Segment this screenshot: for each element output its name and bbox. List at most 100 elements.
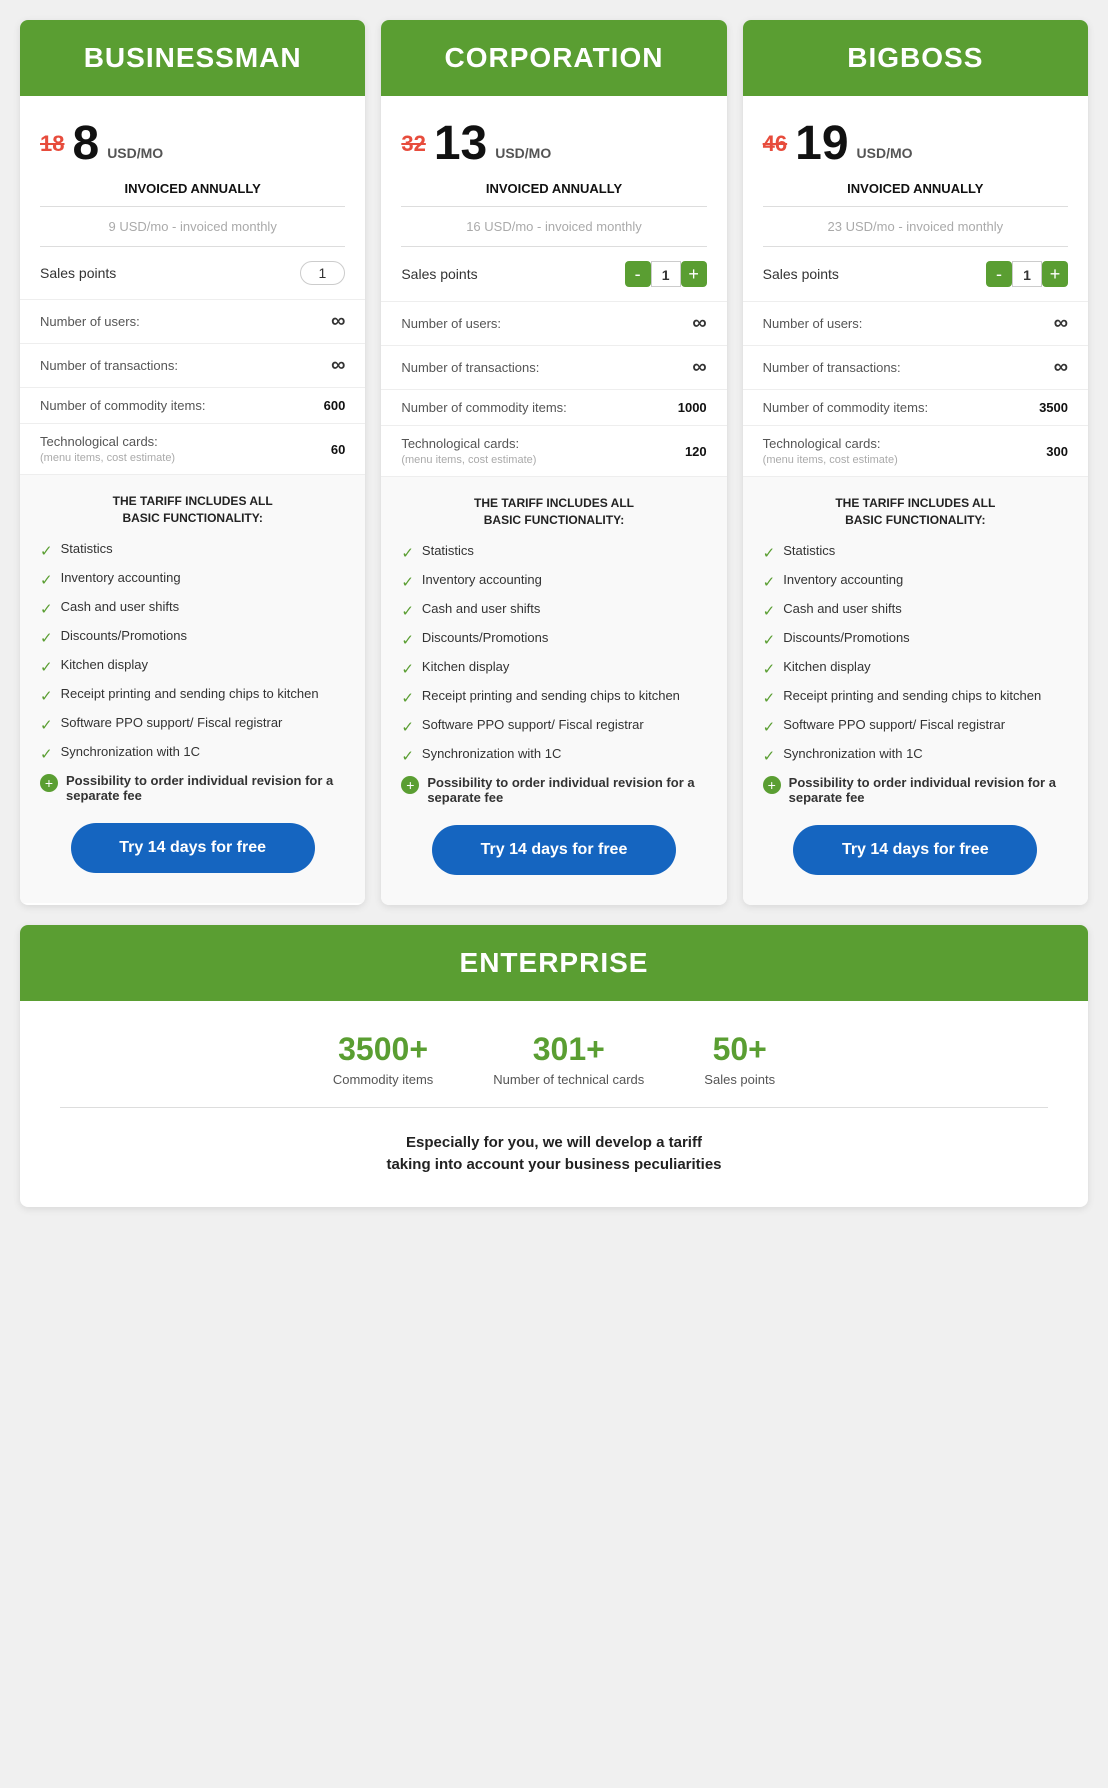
enterprise-stats: 3500+Commodity items301+Number of techni…	[20, 1001, 1088, 1107]
list-item-text: Synchronization with 1C	[61, 744, 200, 759]
plans-container: BUSINESSMAN188USD/MOINVOICED ANNUALLY9 U…	[20, 20, 1088, 905]
list-item: ✓Software PPO support/ Fiscal registrar	[763, 717, 1068, 736]
feature-label: Number of transactions:	[763, 360, 901, 375]
functionality-list: ✓Statistics✓Inventory accounting✓Cash an…	[40, 541, 345, 803]
check-icon: ✓	[401, 718, 414, 736]
check-icon: ✓	[763, 602, 776, 620]
check-icon: ✓	[401, 602, 414, 620]
list-item-text: Kitchen display	[61, 657, 148, 672]
feature-value: 3500	[1039, 400, 1068, 415]
feature-label: Technological cards:(menu items, cost es…	[40, 434, 175, 464]
plan-header-bigboss: BIGBOSS	[743, 20, 1088, 96]
list-item-text: Discounts/Promotions	[422, 630, 548, 645]
check-icon: ✓	[401, 660, 414, 678]
sales-points-stepper: -1+	[625, 261, 707, 287]
enterprise-stat-item: 301+Number of technical cards	[493, 1031, 644, 1087]
sales-points-static: 1	[300, 261, 346, 285]
feature-label: Technological cards:(menu items, cost es…	[763, 436, 898, 466]
plan-card-corporation: CORPORATION3213USD/MOINVOICED ANNUALLY16…	[381, 20, 726, 905]
list-item-possibility: +Possibility to order individual revisio…	[763, 775, 1068, 805]
stepper-plus-btn[interactable]: +	[681, 261, 707, 287]
stat-label: Number of technical cards	[493, 1072, 644, 1087]
check-icon: ✓	[401, 573, 414, 591]
price-new: 8	[72, 116, 99, 171]
sales-points-label: Sales points	[763, 266, 839, 282]
tariff-title: THE TARIFF INCLUDES ALLBASIC FUNCTIONALI…	[401, 495, 706, 529]
check-icon: ✓	[40, 687, 53, 705]
price-unit: USD/MO	[107, 145, 163, 161]
list-item-text: Statistics	[61, 541, 113, 556]
check-icon: ✓	[401, 544, 414, 562]
sales-points-row: Sales points -1+	[743, 247, 1088, 301]
check-icon: ✓	[763, 631, 776, 649]
list-item: ✓Inventory accounting	[763, 572, 1068, 591]
plan-card-bigboss: BIGBOSS4619USD/MOINVOICED ANNUALLY23 USD…	[743, 20, 1088, 905]
feature-label: Number of users:	[40, 314, 140, 329]
sales-points-label: Sales points	[401, 266, 477, 282]
try-free-button[interactable]: Try 14 days for free	[71, 823, 315, 873]
plus-icon: +	[401, 776, 419, 794]
feature-row: Number of commodity items:600	[20, 387, 365, 423]
plan-header-businessman: BUSINESSMAN	[20, 20, 365, 96]
feature-row: Number of transactions:∞	[381, 345, 726, 389]
feature-value: 600	[324, 398, 346, 413]
functionality-list: ✓ Statistics ✓Inventory accounting ✓ Cash an…	[763, 543, 1068, 805]
plan-pricing-bigboss: 4619USD/MO	[743, 96, 1088, 181]
sales-points-stepper: -1+	[986, 261, 1068, 287]
list-item-text: Kitchen display	[422, 659, 509, 674]
invoiced-label: INVOICED ANNUALLY	[20, 181, 365, 206]
list-item: ✓ Cash and user shifts	[763, 601, 1068, 620]
stepper-plus-btn[interactable]: +	[1042, 261, 1068, 287]
tariff-section: THE TARIFF INCLUDES ALLBASIC FUNCTIONALI…	[381, 476, 726, 905]
stepper-value: 1	[1012, 261, 1042, 287]
try-free-button[interactable]: Try 14 days for free	[793, 825, 1037, 875]
list-item: ✓Synchronization with 1C	[401, 746, 706, 765]
list-item-text: Inventory accounting	[61, 570, 181, 585]
list-item: ✓ Inventory accounting	[401, 572, 706, 591]
check-icon: ✓	[401, 689, 414, 707]
feature-label: Number of transactions:	[40, 358, 178, 373]
feature-value: 300	[1046, 444, 1068, 459]
feature-value: ∞	[692, 312, 706, 335]
tariff-section: THE TARIFF INCLUDES ALLBASIC FUNCTIONALI…	[743, 476, 1088, 905]
enterprise-description: Especially for you, we will develop a ta…	[20, 1108, 1088, 1207]
feature-row: Number of users:∞	[20, 299, 365, 343]
list-item-text: Discounts/Promotions	[783, 630, 909, 645]
check-icon: ✓	[40, 658, 53, 676]
feature-label: Number of users:	[763, 316, 863, 331]
list-item-text: Inventory accounting	[422, 572, 542, 587]
list-item: ✓Cash and user shifts	[401, 601, 706, 620]
list-item: ✓Discounts/Promotions	[401, 630, 706, 649]
stat-number: 50+	[704, 1031, 775, 1068]
list-item-text: Software PPO support/ Fiscal registrar	[61, 715, 283, 730]
monthly-alt: 16 USD/mo - invoiced monthly	[381, 207, 726, 246]
sales-points-label: Sales points	[40, 265, 116, 281]
check-icon: ✓	[763, 747, 776, 765]
stepper-minus-btn[interactable]: -	[625, 261, 651, 287]
feature-label: Number of commodity items:	[401, 400, 566, 415]
check-icon: ✓	[40, 745, 53, 763]
list-item-text: Cash and user shifts	[783, 601, 902, 616]
list-item: ✓Inventory accounting	[40, 570, 345, 589]
list-item: ✓ Kitchen display	[40, 657, 345, 676]
list-item-text: Statistics	[783, 543, 835, 558]
plan-pricing-corporation: 3213USD/MO	[381, 96, 726, 181]
feature-label: Number of commodity items:	[763, 400, 928, 415]
enterprise-stat-item: 50+Sales points	[704, 1031, 775, 1087]
stepper-minus-btn[interactable]: -	[986, 261, 1012, 287]
feature-row: Technological cards:(menu items, cost es…	[743, 425, 1088, 476]
list-item: ✓ Statistics	[40, 541, 345, 560]
try-free-button[interactable]: Try 14 days for free	[432, 825, 676, 875]
list-item-possibility: +Possibility to order individual revisio…	[40, 773, 345, 803]
check-icon: ✓	[40, 542, 53, 560]
list-item-text: Synchronization with 1C	[422, 746, 561, 761]
price-new: 19	[795, 116, 848, 171]
feature-value: ∞	[331, 354, 345, 377]
feature-label: Number of transactions:	[401, 360, 539, 375]
check-icon: ✓	[763, 544, 776, 562]
plus-icon: +	[40, 774, 58, 792]
check-icon: ✓	[763, 660, 776, 678]
check-icon: ✓	[40, 600, 53, 618]
plan-header-corporation: CORPORATION	[381, 20, 726, 96]
list-item-text: Software PPO support/ Fiscal registrar	[422, 717, 644, 732]
